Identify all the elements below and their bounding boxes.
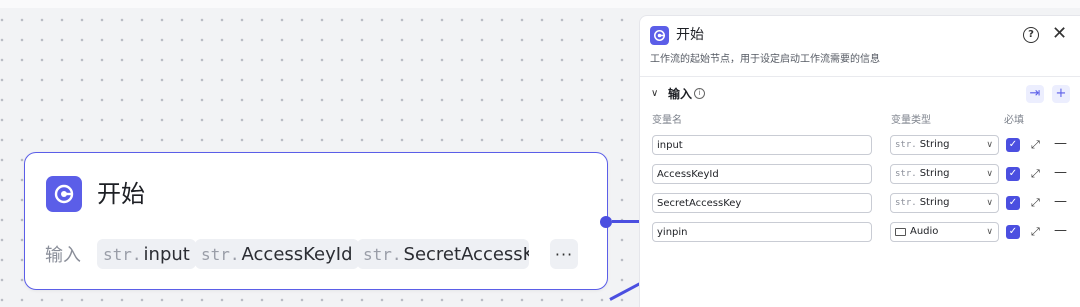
chevron-down-icon: ∨ [986,198,993,208]
node-chip-secretaccesskey: str. SecretAccessK [357,239,529,269]
remove-variable-button[interactable]: — [1054,136,1067,152]
chevron-down-icon: ∨ [986,140,993,150]
remove-variable-button[interactable]: — [1054,223,1067,239]
column-header-required: 必填 [1004,115,1024,126]
node-settings-panel: 开始 ? ✕ 工作流的起始节点，用于设定启动工作流需要的信息 ∨ 输入 i ⇥ … [639,15,1080,307]
variable-name-input[interactable]: AccessKeyId [652,164,872,184]
remove-variable-button[interactable]: — [1054,194,1067,210]
node-title: 开始 [97,180,145,208]
variable-row: input str. String ∨ ✓ ⤢ — [640,135,1080,157]
chevron-down-icon: ∨ [986,169,993,179]
variable-row: AccessKeyId str. String ∨ ✓ ⤢ — [640,164,1080,186]
help-icon[interactable]: ? [1023,27,1039,43]
start-node-icon [46,176,82,212]
variable-type-select[interactable]: Audio ∨ [890,222,999,242]
expand-icon[interactable]: ⤢ [1031,195,1040,211]
start-node[interactable]: 开始 输入 str. input str. AccessKeyId str. S… [24,152,608,290]
variable-name-input[interactable]: yinpin [652,222,872,242]
input-section-title: 输入 [668,87,693,101]
close-icon[interactable]: ✕ [1052,24,1067,44]
node-chip-accesskeyid: str. AccessKeyId [195,239,359,269]
required-checkbox[interactable]: ✓ [1006,196,1020,210]
panel-description: 工作流的起始节点，用于设定启动工作流需要的信息 [650,54,880,65]
chevron-down-icon: ∨ [986,227,993,237]
chevron-down-icon[interactable]: ∨ [651,88,658,99]
remove-variable-button[interactable]: — [1054,165,1067,181]
required-checkbox[interactable]: ✓ [1006,225,1020,239]
info-icon[interactable]: i [694,88,705,99]
edge-connection[interactable] [612,220,642,223]
variable-row: yinpin Audio ∨ ✓ ⤢ — [640,222,1080,244]
node-chip-input: str. input [97,239,196,269]
expand-icon[interactable]: ⤢ [1031,224,1040,240]
add-variable-button[interactable]: + [1052,85,1070,103]
import-icon[interactable]: ⇥ [1026,85,1044,103]
required-checkbox[interactable]: ✓ [1006,167,1020,181]
required-checkbox[interactable]: ✓ [1006,138,1020,152]
column-header-type: 变量类型 [891,115,931,126]
column-header-name: 变量名 [652,115,682,126]
expand-icon[interactable]: ⤢ [1031,166,1040,182]
variable-name-input[interactable]: input [652,135,872,155]
variable-type-select[interactable]: str. String ∨ [890,135,999,155]
variable-row: SecretAccessKey str. String ∨ ✓ ⤢ — [640,193,1080,215]
variable-type-select[interactable]: str. String ∨ [890,164,999,184]
output-handle[interactable] [600,216,612,228]
variable-name-input[interactable]: SecretAccessKey [652,193,872,213]
panel-divider [640,76,1080,77]
panel-title: 开始 [676,27,704,43]
panel-start-icon [650,26,669,45]
expand-icon[interactable]: ⤢ [1031,137,1040,153]
more-variables-button[interactable]: ··· [550,239,578,269]
folder-icon [895,228,906,236]
variable-type-select[interactable]: str. String ∨ [890,193,999,213]
node-input-label: 输入 [45,245,81,266]
